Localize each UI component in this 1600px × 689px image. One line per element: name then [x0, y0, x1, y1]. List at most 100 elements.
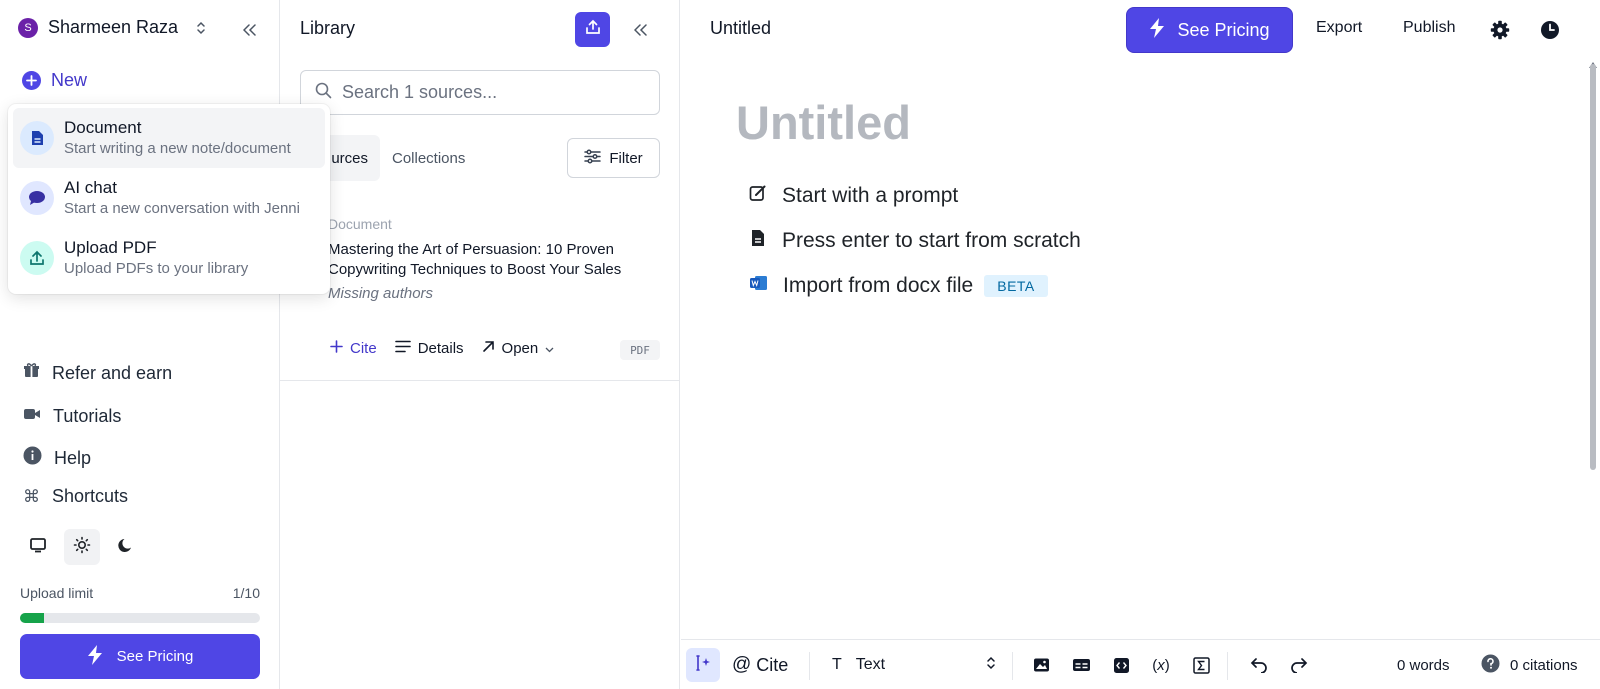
theme-dark-button[interactable] [108, 529, 144, 565]
source-type: Document [328, 216, 392, 232]
export-button[interactable]: Export [1316, 19, 1362, 37]
lightning-icon [87, 644, 103, 669]
menu-item-subtitle: Start writing a new note/document [64, 140, 291, 157]
sidebar-item-label: Tutorials [53, 406, 122, 426]
text-cursor-sparkle-icon [693, 653, 713, 678]
library-upload-button[interactable] [575, 12, 610, 47]
see-pricing-label: See Pricing [1177, 19, 1270, 40]
plus-circle-icon [22, 71, 41, 90]
sidebar-item-label: Help [54, 447, 92, 468]
citation-count-label: 0 citations [1510, 656, 1578, 674]
document-name[interactable]: Untitled [710, 18, 771, 39]
editor-scrollbar[interactable] [1590, 64, 1596, 470]
sidebar-item-tutorials[interactable]: Tutorials [23, 406, 121, 427]
sliders-icon [584, 148, 602, 168]
avatar: S [18, 17, 38, 38]
publish-button[interactable]: Publish [1403, 19, 1455, 37]
cite-button[interactable]: Cite [330, 340, 377, 357]
option-label: Import from docx file [783, 274, 974, 297]
insert-table-icon[interactable] [1069, 648, 1093, 682]
app-root: S Sharmeen Raza New Refer and earn Tutor… [0, 0, 1600, 689]
divider [1227, 652, 1228, 680]
source-title: Mastering the Art of Persuasion: 10 Prov… [328, 241, 622, 278]
menu-item-ai-chat[interactable]: AI chat Start a new conversation with Je… [13, 168, 325, 228]
gear-icon[interactable] [1489, 19, 1511, 41]
filter-label: Filter [609, 149, 643, 167]
at-sign-icon: @ [732, 654, 752, 675]
option-start-with-prompt[interactable]: Start with a prompt [749, 184, 958, 208]
beta-badge: BETA [984, 275, 1048, 297]
upload-limit-count: 1/10 [232, 585, 260, 601]
sidebar-item-label: Refer and earn [52, 362, 173, 383]
library-search[interactable] [300, 70, 660, 115]
new-button[interactable]: New [22, 70, 87, 91]
sidebar-item-refer[interactable]: Refer and earn [23, 362, 172, 384]
theme-light-button[interactable] [64, 529, 100, 565]
details-label: Details [417, 340, 464, 357]
library-panel: Library urces Collections Filter Do [280, 0, 680, 689]
details-button[interactable]: Details [394, 340, 464, 357]
pdf-badge: PDF [620, 340, 660, 360]
video-icon [23, 407, 41, 426]
command-icon: ⌘ [23, 486, 40, 507]
search-input[interactable] [342, 82, 642, 103]
divider [1012, 652, 1013, 680]
insert-variable-icon[interactable]: (x) [1149, 648, 1173, 682]
upload-icon [585, 19, 601, 40]
chevron-updown-icon [194, 18, 208, 38]
see-pricing-button-sidebar[interactable]: See Pricing [20, 634, 260, 679]
option-start-from-scratch[interactable]: Press enter to start from scratch [749, 229, 1081, 253]
menu-item-subtitle: Start a new conversation with Jenni [64, 200, 300, 217]
see-pricing-button-header[interactable]: See Pricing [1127, 8, 1292, 52]
text-style-select[interactable]: T Text [824, 648, 1004, 682]
monitor-icon [29, 537, 47, 558]
word-count: 0 words [1397, 656, 1450, 674]
citation-count[interactable]: 0 citations [1481, 648, 1578, 682]
word-icon [749, 274, 768, 298]
user-switcher[interactable]: S Sharmeen Raza [18, 17, 208, 38]
ai-cursor-button[interactable] [686, 648, 720, 682]
menu-item-upload-pdf[interactable]: Upload PDF Upload PDFs to your library [13, 228, 325, 288]
editor-toolbar: @ Cite T Text (x) 0 words 0 citations [681, 639, 1600, 689]
chevron-updown-icon [986, 655, 996, 676]
open-button[interactable]: Open [482, 340, 555, 357]
plus-icon [330, 340, 343, 357]
chevron-down-icon [545, 340, 554, 357]
menu-item-document[interactable]: Document Start writing a new note/docume… [13, 108, 325, 168]
document-icon [20, 121, 54, 155]
theme-system-button[interactable] [20, 529, 56, 565]
upload-progress-fill [20, 613, 44, 623]
editor: Untitled See Pricing Export Publish Unti… [681, 0, 1600, 689]
insert-equation-icon[interactable] [1189, 648, 1213, 682]
toolbar-cite-button[interactable]: @ Cite [732, 648, 788, 682]
new-dropdown-menu: Document Start writing a new note/docume… [8, 104, 330, 294]
redo-icon[interactable] [1287, 648, 1311, 682]
see-pricing-label: See Pricing [116, 648, 194, 665]
document-title-placeholder[interactable]: Untitled [736, 95, 911, 150]
gift-icon [23, 362, 40, 384]
upload-icon [20, 241, 54, 275]
option-import-docx[interactable]: Import from docx file BETA [749, 274, 1048, 298]
menu-item-title: Document [64, 118, 142, 137]
open-label: Open [501, 340, 539, 357]
insert-image-icon[interactable] [1029, 648, 1053, 682]
sidebar-item-help[interactable]: Help [23, 446, 91, 470]
sun-icon [73, 536, 91, 559]
arrow-up-right-icon [482, 340, 495, 357]
collapse-sidebar-icon[interactable] [239, 19, 261, 41]
sidebar-item-shortcuts[interactable]: ⌘ Shortcuts [23, 486, 128, 507]
undo-icon[interactable] [1247, 648, 1271, 682]
option-label: Start with a prompt [782, 184, 959, 207]
sidebar-item-label: Shortcuts [52, 486, 129, 506]
moon-icon [117, 536, 135, 559]
source-actions: Cite Details Open [330, 340, 554, 357]
filter-button[interactable]: Filter [567, 138, 660, 178]
tab-collections[interactable]: Collections [380, 135, 477, 181]
text-style-value: T Text [832, 656, 885, 674]
cite-label: Cite [350, 340, 377, 357]
collapse-library-icon[interactable] [630, 19, 652, 41]
history-clock-icon[interactable] [1539, 19, 1561, 41]
menu-item-title: AI chat [64, 178, 117, 197]
insert-code-icon[interactable] [1109, 648, 1133, 682]
divider [280, 380, 680, 381]
